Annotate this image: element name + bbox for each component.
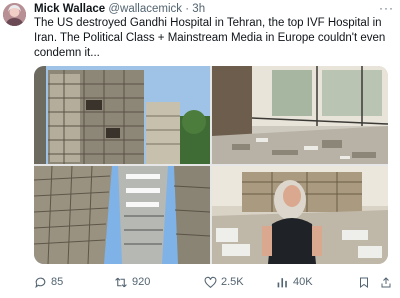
more-options-icon[interactable]: ··· [379,1,394,15]
bookmark-button[interactable] [358,274,370,290]
repost-button[interactable]: 920 [114,274,150,290]
author-name[interactable]: Mick Wallace [34,3,105,15]
avatar[interactable] [3,3,26,26]
share-icon [380,276,392,289]
media-photo-3[interactable] [34,166,210,264]
like-count: 2.5K [221,276,244,288]
reply-count: 85 [51,276,64,288]
repost-count: 920 [132,276,151,288]
like-button[interactable]: 2.5K [204,274,244,290]
building-exterior-photo [34,166,210,264]
share-button[interactable] [380,274,392,290]
avatar-photo [3,3,26,26]
reply-icon [34,276,47,289]
tweet-header: Mick Wallace @wallacemick · 3h [34,2,392,16]
views-button[interactable]: 40K [276,274,313,290]
action-bar: 85 920 2.5K 40K [34,274,391,290]
tweet-time[interactable]: 3h [192,3,205,15]
heart-icon [204,276,217,289]
tweet-text: The US destroyed Gandhi Hospital in Tehr… [34,17,386,59]
man-in-debris-photo [212,166,388,264]
media-photo-4[interactable] [212,166,388,264]
media-grid [34,66,388,264]
repost-icon [114,276,128,289]
damaged-building-photo [34,66,210,164]
media-photo-2[interactable] [212,66,388,164]
views-icon [276,276,289,289]
separator-dot: · [185,3,190,15]
author-handle[interactable]: @wallacemick [108,3,182,15]
media-photo-1[interactable] [34,66,210,164]
reply-button[interactable]: 85 [34,274,63,290]
rubble-interior-photo [212,66,388,164]
bookmark-icon [358,276,370,289]
views-count: 40K [293,276,313,288]
